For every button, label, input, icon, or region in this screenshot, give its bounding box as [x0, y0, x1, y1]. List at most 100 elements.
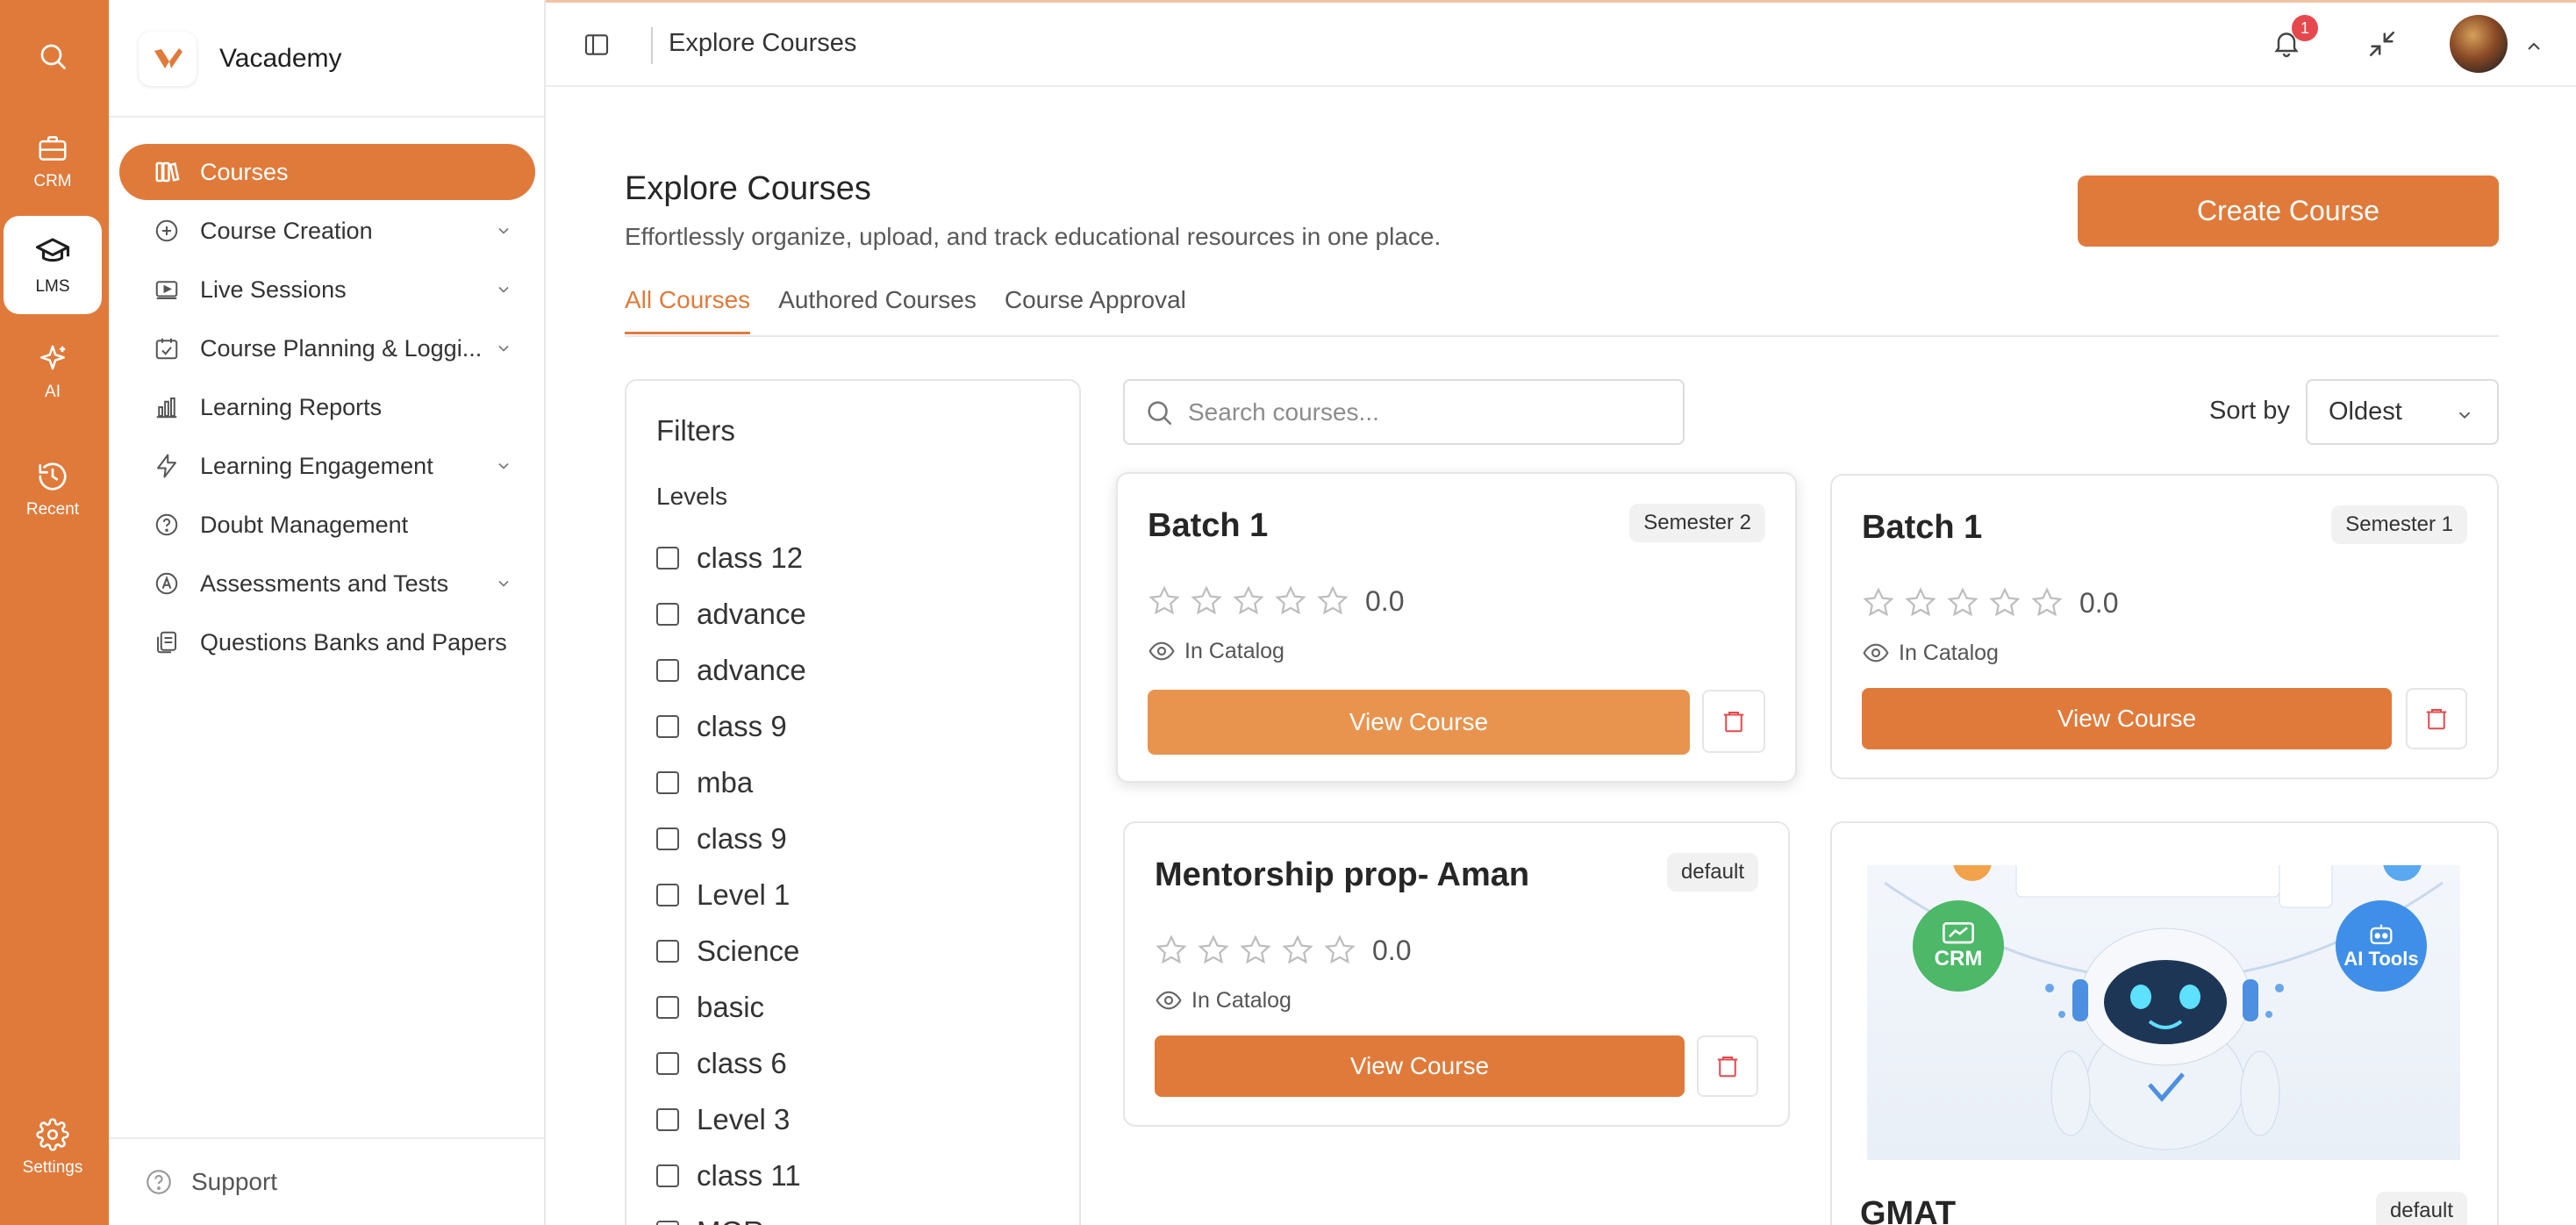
create-course-button[interactable]: Create Course	[2078, 176, 2499, 247]
tab-all-courses[interactable]: All Courses	[625, 286, 751, 334]
sidebar-item-question-banks[interactable]: Questions Banks and Papers	[119, 614, 535, 670]
rail-lms[interactable]: LMS	[4, 216, 102, 314]
level-option[interactable]: Level 1	[656, 867, 806, 923]
sort-value: Oldest	[2329, 398, 2402, 426]
minimize-icon[interactable]	[2367, 29, 2397, 59]
checkbox[interactable]	[656, 547, 679, 570]
delete-button[interactable]	[2406, 688, 2467, 749]
rail-ai[interactable]: AI	[4, 323, 102, 421]
rail-recent[interactable]: Recent	[4, 441, 102, 539]
search-icon	[1144, 398, 1174, 427]
course-card[interactable]: Batch 1 Semester 1 0.0 In Catalog View C…	[1830, 474, 2499, 779]
course-card[interactable]: CRM AI Tools GMAT default	[1830, 821, 2499, 1225]
checkbox[interactable]	[656, 884, 679, 906]
video-icon	[153, 276, 181, 304]
rail-settings[interactable]: Settings	[4, 1099, 102, 1197]
search-field[interactable]	[1188, 398, 1662, 426]
support-link[interactable]: Support	[144, 1167, 277, 1197]
sidebar-item-label: Questions Banks and Papers	[200, 628, 507, 655]
sidebar-toggle-icon[interactable]	[583, 31, 611, 59]
chevron-up-icon[interactable]	[2523, 36, 2544, 57]
rail-crm[interactable]: CRM	[4, 112, 102, 211]
checkbox[interactable]	[656, 1108, 679, 1131]
sidebar-item-course-creation[interactable]: Course Creation	[119, 203, 535, 259]
level-option[interactable]: class 9	[656, 698, 806, 755]
level-label: class 12	[697, 541, 804, 574]
rating-value: 0.0	[1365, 584, 1405, 617]
level-option[interactable]: basic	[656, 979, 806, 1035]
checkbox[interactable]	[656, 1052, 679, 1075]
bolt-icon	[153, 452, 181, 480]
graduation-cap-icon	[34, 233, 71, 270]
star-icon	[1905, 587, 1936, 617]
sidebar-nav: Courses Course Creation Live Sessions Co…	[119, 144, 535, 673]
delete-button[interactable]	[1697, 1035, 1758, 1097]
brand[interactable]: Vacademy	[139, 32, 342, 86]
sidebar-item-learning-engagement[interactable]: Learning Engagement	[119, 438, 535, 494]
divider	[651, 27, 653, 64]
delete-button[interactable]	[1702, 690, 1765, 753]
view-course-button[interactable]: View Course	[1862, 688, 2392, 749]
course-title: Batch 1	[1862, 509, 1983, 546]
sidebar-item-course-planning[interactable]: Course Planning & Loggi...	[119, 320, 535, 376]
checkbox[interactable]	[656, 659, 679, 682]
catalog-label: In Catalog	[1184, 638, 1284, 663]
tab-authored-courses[interactable]: Authored Courses	[778, 286, 977, 334]
level-option[interactable]: mba	[656, 755, 806, 811]
sort-select[interactable]: Oldest	[2306, 379, 2499, 445]
sidebar-item-label: Assessments and Tests	[200, 570, 449, 597]
robot-head-icon	[2370, 924, 2393, 945]
rating-value: 0.0	[1372, 934, 1412, 966]
sidebar-item-live-sessions[interactable]: Live Sessions	[119, 261, 535, 318]
course-card[interactable]: Batch 1 Semester 2 0.0 In Catalog View C…	[1116, 472, 1797, 783]
sidebar-item-assessments[interactable]: Assessments and Tests	[119, 555, 535, 612]
star-icon	[1947, 587, 1979, 617]
level-option[interactable]: Level 3	[656, 1092, 806, 1148]
level-label: class 9	[697, 710, 787, 742]
level-option[interactable]: class 9	[656, 811, 806, 867]
sidebar-item-courses[interactable]: Courses	[119, 144, 535, 200]
sidebar: Vacademy Courses Course Creation Live Se…	[109, 0, 546, 1225]
sidebar-item-learning-reports[interactable]: Learning Reports	[119, 379, 535, 435]
level-option[interactable]: class 11	[656, 1148, 806, 1204]
level-option[interactable]: Science	[656, 923, 806, 979]
checkbox[interactable]	[656, 940, 679, 963]
rail-search[interactable]	[4, 7, 102, 105]
plus-circle-icon	[153, 217, 181, 245]
tab-course-approval[interactable]: Course Approval	[1005, 286, 1186, 334]
search-input[interactable]	[1123, 379, 1685, 445]
eye-icon	[1148, 641, 1175, 661]
course-tag: Semester 1	[2331, 505, 2467, 544]
sidebar-item-doubt-management[interactable]: Doubt Management	[119, 497, 535, 553]
checkbox[interactable]	[656, 715, 679, 738]
course-card[interactable]: Mentorship prop- Aman default 0.0 In Cat…	[1123, 821, 1790, 1127]
levels-list: class 12 advance advance class 9 mba cla…	[656, 530, 806, 1225]
level-option[interactable]: class 12	[656, 530, 806, 586]
star-icon	[1863, 587, 1894, 617]
sort-label: Sort by	[2209, 397, 2290, 425]
level-option[interactable]: class 6	[656, 1035, 806, 1092]
level-option[interactable]: MGR	[656, 1204, 806, 1225]
avatar[interactable]	[2450, 15, 2508, 73]
crm-label: CRM	[1934, 947, 1983, 971]
sparkles-icon	[36, 342, 69, 376]
view-course-button[interactable]: View Course	[1155, 1035, 1685, 1097]
sidebar-item-label: Course Creation	[200, 217, 373, 244]
level-option[interactable]: advance	[656, 642, 806, 698]
trash-icon	[1717, 1057, 1738, 1078]
rail-label: Recent	[25, 500, 80, 519]
rail-label: CRM	[33, 172, 72, 190]
eye-icon	[1863, 643, 1889, 663]
course-tag: Semester 2	[1629, 504, 1765, 542]
checkbox[interactable]	[656, 603, 679, 626]
level-option[interactable]: advance	[656, 586, 806, 642]
checkbox[interactable]	[656, 827, 679, 850]
checkbox[interactable]	[656, 1164, 679, 1187]
course-tabs: All Courses Authored Courses Course Appr…	[625, 286, 1214, 334]
checkbox[interactable]	[656, 771, 679, 794]
history-icon	[36, 460, 69, 493]
checkbox[interactable]	[656, 1221, 679, 1225]
catalog-label: In Catalog	[1899, 640, 1999, 665]
view-course-button[interactable]: View Course	[1148, 690, 1690, 755]
checkbox[interactable]	[656, 996, 679, 1019]
